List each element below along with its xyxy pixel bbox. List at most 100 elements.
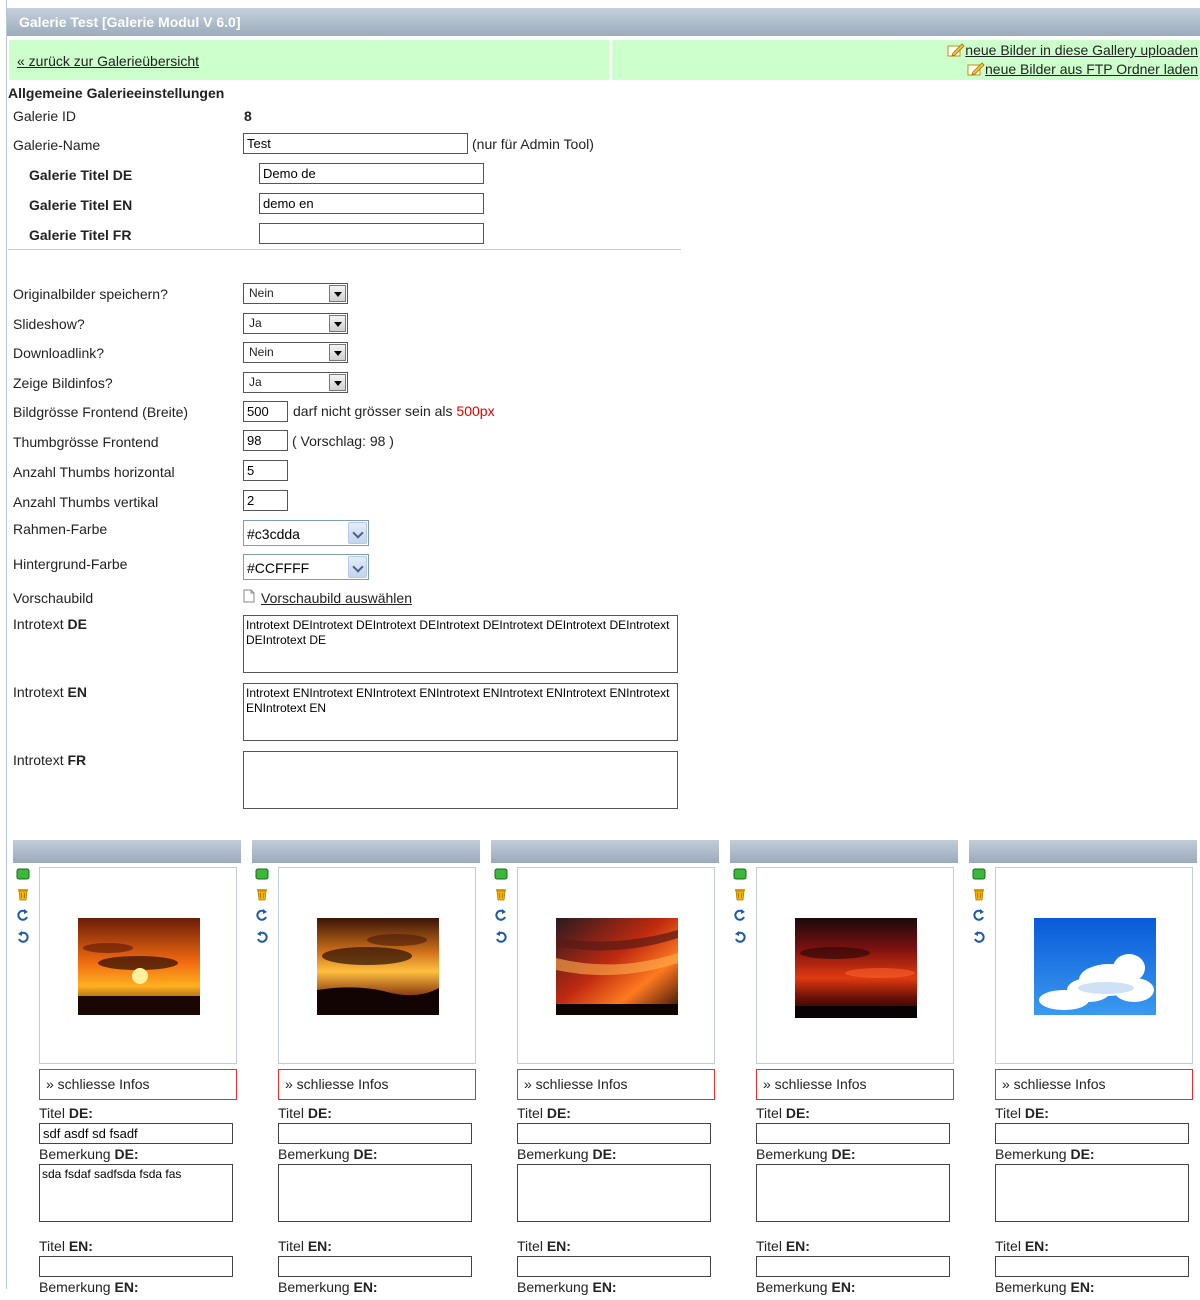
thumb-size-input[interactable] xyxy=(243,430,288,451)
thumbnail-frame xyxy=(517,867,715,1064)
image-size-input[interactable] xyxy=(243,401,288,422)
sunset-photo[interactable] xyxy=(78,918,200,1015)
thumb-remark-de-textarea[interactable] xyxy=(278,1164,472,1222)
thumb-remark-de-textarea[interactable] xyxy=(995,1164,1189,1222)
thumb-remark-de-textarea[interactable] xyxy=(517,1164,711,1222)
close-info-button[interactable]: » schliesse Infos xyxy=(39,1069,237,1100)
intro-label-text: Introtext xyxy=(13,752,64,768)
rotate-left-icon[interactable] xyxy=(255,930,269,944)
choose-preview-link[interactable]: Vorschaubild auswählen xyxy=(261,590,412,606)
slideshow-select[interactable]: Ja xyxy=(243,313,348,334)
close-info-button[interactable]: » schliesse Infos xyxy=(517,1069,715,1100)
image-size-label: Bildgrösse Frontend (Breite) xyxy=(13,404,189,420)
dropdown-arrow-icon[interactable] xyxy=(329,315,346,332)
status-active-icon[interactable] xyxy=(733,867,747,881)
rotate-right-icon[interactable] xyxy=(255,908,269,922)
thumb-title-en-input[interactable] xyxy=(756,1256,950,1277)
thumb-title-de-input[interactable] xyxy=(995,1123,1189,1144)
thumbnail-card: » schliesse Infos Titel DE: Bemerkung DE… xyxy=(730,840,960,1300)
show-info-select[interactable]: Ja xyxy=(243,372,348,393)
download-select[interactable]: Nein xyxy=(243,342,348,363)
gallery-name-input[interactable] xyxy=(243,133,468,154)
title-en-label: Titel EN: xyxy=(756,1238,810,1254)
status-active-icon[interactable] xyxy=(972,867,986,881)
status-active-icon[interactable] xyxy=(16,867,30,881)
rotate-left-icon[interactable] xyxy=(972,930,986,944)
close-info-button[interactable]: » schliesse Infos xyxy=(756,1069,954,1100)
trash-icon[interactable] xyxy=(16,887,30,901)
image-size-note-text: darf nicht grösser sein als xyxy=(293,403,453,419)
thumb-title-de-input[interactable] xyxy=(278,1123,472,1144)
intro-fr-textarea[interactable] xyxy=(243,751,678,809)
nav-cell-right: neue Bilder in diese Gallery uploaden ne… xyxy=(612,40,1200,80)
download-label: Downloadlink? xyxy=(13,345,105,361)
close-info-button[interactable]: » schliesse Infos xyxy=(278,1069,476,1100)
sunset-photo[interactable] xyxy=(556,918,678,1015)
sunset-photo[interactable] xyxy=(795,918,917,1018)
thumbnail-card: » schliesse Infos Titel DE: Bemerkung DE… xyxy=(13,840,243,1300)
intro-en-textarea[interactable]: Introtext ENIntrotext ENIntrotext ENIntr… xyxy=(243,683,678,741)
trash-icon[interactable] xyxy=(494,887,508,901)
intro-de-lang: DE xyxy=(67,616,87,632)
thumb-title-de-input[interactable] xyxy=(39,1123,233,1144)
remark-en-label: Bemerkung EN: xyxy=(995,1279,1095,1295)
slideshow-label: Slideshow? xyxy=(13,316,85,332)
download-value: Nein xyxy=(249,345,274,359)
intro-fr-lang: FR xyxy=(67,752,87,768)
thumb-title-en-input[interactable] xyxy=(278,1256,472,1277)
ftp-images-link[interactable]: neue Bilder aus FTP Ordner laden xyxy=(967,61,1198,77)
trash-icon[interactable] xyxy=(255,887,269,901)
rotate-left-icon[interactable] xyxy=(494,930,508,944)
upload-images-link[interactable]: neue Bilder in diese Gallery uploaden xyxy=(947,42,1198,58)
thumbnail-frame xyxy=(278,867,476,1064)
intro-fr-label: Introtext FR xyxy=(13,752,86,768)
bg-color-value: #CCFFFF xyxy=(247,560,310,576)
edit-pencil-icon xyxy=(967,62,985,76)
save-originals-select[interactable]: Nein xyxy=(243,283,348,304)
rotate-right-icon[interactable] xyxy=(494,908,508,922)
cloud-photo[interactable] xyxy=(1034,918,1156,1015)
back-to-overview-link[interactable]: « zurück zur Galerieübersicht xyxy=(17,53,199,69)
remark-en-label: Bemerkung EN: xyxy=(39,1279,139,1295)
thumbs-v-input[interactable] xyxy=(243,490,288,511)
sunset-photo[interactable] xyxy=(317,918,439,1015)
thumb-title-de-input[interactable] xyxy=(517,1123,711,1144)
rotate-left-icon[interactable] xyxy=(733,930,747,944)
status-active-icon[interactable] xyxy=(255,867,269,881)
thumb-title-en-input[interactable] xyxy=(39,1256,233,1277)
thumb-remark-de-textarea[interactable]: sda fsdaf sadfsda fsda fas xyxy=(39,1164,233,1222)
rotate-right-icon[interactable] xyxy=(733,908,747,922)
chevron-down-icon[interactable] xyxy=(348,556,367,578)
thumbnail-header-bar xyxy=(252,840,480,863)
thumbs-h-label: Anzahl Thumbs horizontal xyxy=(13,464,175,480)
title-en-label: Titel EN: xyxy=(278,1238,332,1254)
close-info-button[interactable]: » schliesse Infos xyxy=(995,1069,1193,1100)
gallery-name-note: (nur für Admin Tool) xyxy=(472,136,594,152)
rotate-right-icon[interactable] xyxy=(972,908,986,922)
title-en-input[interactable] xyxy=(259,193,484,214)
title-fr-input[interactable] xyxy=(259,223,484,244)
thumbs-h-input[interactable] xyxy=(243,460,288,481)
section-heading: Allgemeine Galerieeinstellungen xyxy=(8,85,225,101)
dropdown-arrow-icon[interactable] xyxy=(329,285,346,302)
status-active-icon[interactable] xyxy=(494,867,508,881)
intro-label-text: Introtext xyxy=(13,684,64,700)
intro-label-text: Introtext xyxy=(13,616,64,632)
thumb-title-en-input[interactable] xyxy=(517,1256,711,1277)
trash-icon[interactable] xyxy=(733,887,747,901)
trash-icon[interactable] xyxy=(972,887,986,901)
thumb-title-de-input[interactable] xyxy=(756,1123,950,1144)
title-de-label: Galerie Titel DE xyxy=(29,167,133,183)
thumb-title-en-input[interactable] xyxy=(995,1256,1189,1277)
dropdown-arrow-icon[interactable] xyxy=(329,344,346,361)
thumbs-v-label: Anzahl Thumbs vertikal xyxy=(13,494,159,510)
frame-color-select[interactable]: #c3cdda xyxy=(243,520,369,546)
dropdown-arrow-icon[interactable] xyxy=(329,374,346,391)
rotate-left-icon[interactable] xyxy=(16,930,30,944)
chevron-down-icon[interactable] xyxy=(348,522,367,544)
title-de-input[interactable] xyxy=(259,163,484,184)
rotate-right-icon[interactable] xyxy=(16,908,30,922)
intro-de-textarea[interactable]: Introtext DEIntrotext DEIntrotext DEIntr… xyxy=(243,615,678,673)
thumb-remark-de-textarea[interactable] xyxy=(756,1164,950,1222)
bg-color-select[interactable]: #CCFFFF xyxy=(243,554,369,580)
